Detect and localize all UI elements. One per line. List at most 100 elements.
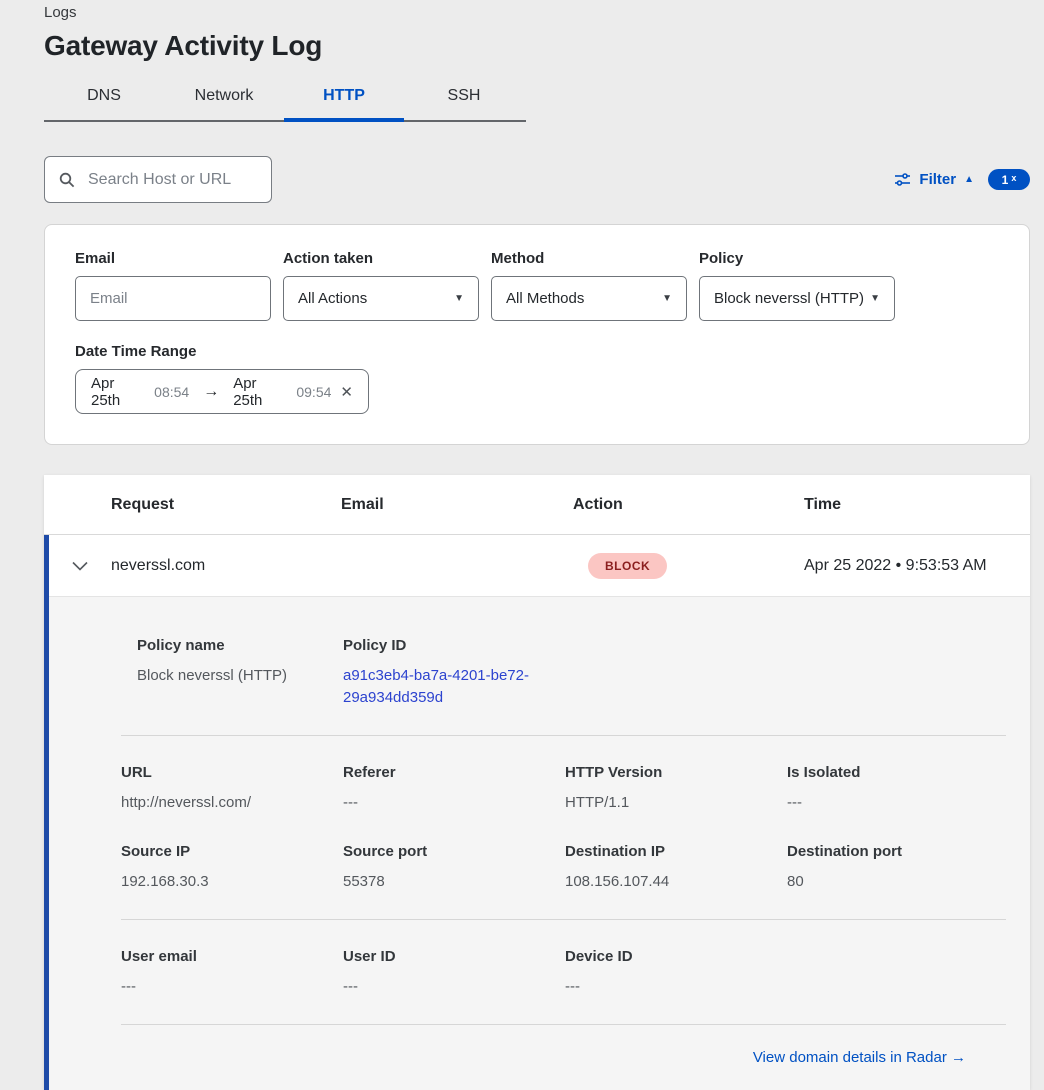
tab-dns[interactable]: DNS (44, 78, 164, 120)
detail-cell-url: URL http://neverssl.com/ (121, 764, 343, 814)
collapse-caret-icon[interactable]: ▲ (964, 174, 974, 185)
http-version-value: HTTP/1.1 (565, 792, 787, 814)
destination-port-label: Destination port (787, 843, 1006, 860)
search-icon (59, 172, 75, 188)
radar-link-row: View domain details in Radar → (121, 1025, 1006, 1090)
filter-field-email: Email (75, 250, 271, 321)
action-filter-select[interactable]: All Actions ▼ (283, 276, 479, 321)
email-filter-label: Email (75, 250, 271, 267)
daterange-end-date[interactable]: Apr 25th (233, 375, 287, 409)
filter-sliders-icon (894, 172, 911, 188)
gateway-activity-log-page: Logs Gateway Activity Log DNS Network HT… (0, 0, 1044, 1090)
table-header-row: Request Email Action Time (44, 475, 1030, 535)
tab-network[interactable]: Network (164, 78, 284, 120)
detail-cell-user-id: User ID --- (343, 948, 565, 998)
detail-cell-source-ip: Source IP 192.168.30.3 (121, 843, 343, 893)
policy-name-cell: Policy name Block neverssl (HTTP) (137, 637, 343, 709)
detail-cell-user-email: User email --- (121, 948, 343, 998)
is-isolated-value: --- (787, 792, 1006, 814)
row-request-host[interactable]: neverssl.com (111, 557, 341, 575)
action-filter-label: Action taken (283, 250, 479, 267)
device-id-label: Device ID (565, 948, 787, 965)
url-value: http://neverssl.com/ (121, 792, 343, 814)
chevron-down-icon: ▼ (870, 293, 880, 304)
arrow-right-icon: → (203, 383, 219, 401)
column-header-request: Request (111, 496, 341, 514)
filter-count-clear-x: x (1011, 173, 1016, 183)
http-version-label: HTTP Version (565, 764, 787, 781)
user-id-value: --- (343, 976, 565, 998)
request-detail-grid: URL http://neverssl.com/ Referer --- HTT… (121, 764, 1006, 894)
referer-label: Referer (343, 764, 565, 781)
detail-cell-destination-port: Destination port 80 (787, 843, 1006, 893)
tab-http[interactable]: HTTP (284, 78, 404, 120)
search-box[interactable] (44, 156, 272, 203)
email-filter-input[interactable] (75, 276, 271, 321)
filter-field-method: Method All Methods ▼ (491, 250, 687, 321)
is-isolated-label: Is Isolated (787, 764, 1006, 781)
chevron-down-icon[interactable] (49, 561, 111, 571)
detail-cell-http-version: HTTP Version HTTP/1.1 (565, 764, 787, 814)
policy-id-label: Policy ID (343, 637, 1006, 654)
method-filter-value: All Methods (506, 290, 584, 307)
destination-ip-value: 108.156.107.44 (565, 871, 787, 893)
column-header-email: Email (341, 496, 573, 514)
user-email-label: User email (121, 948, 343, 965)
daterange-start-time[interactable]: 08:54 (154, 384, 189, 400)
action-status-badge: BLOCK (588, 553, 667, 579)
search-filter-row: Filter ▲ 1 x (44, 156, 1030, 203)
filter-field-policy: Policy Block neverssl (HTTP) ▼ (699, 250, 895, 321)
referer-value: --- (343, 792, 565, 814)
device-id-value: --- (565, 976, 787, 998)
policy-name-value: Block neverssl (HTTP) (137, 665, 343, 687)
page-title: Gateway Activity Log (44, 30, 1030, 62)
search-input[interactable] (86, 170, 257, 190)
breadcrumb[interactable]: Logs (44, 4, 1030, 21)
source-port-value: 55378 (343, 871, 565, 893)
filter-toggle-button[interactable]: Filter (919, 171, 956, 188)
detail-cell-is-isolated: Is Isolated --- (787, 764, 1006, 814)
detail-cell-source-port: Source port 55378 (343, 843, 565, 893)
filter-fields-row: Email Action taken All Actions ▼ Method … (75, 250, 999, 321)
daterange-picker[interactable]: Apr 25th 08:54 → Apr 25th 09:54 ✕ (75, 369, 369, 414)
user-id-label: User ID (343, 948, 565, 965)
source-port-label: Source port (343, 843, 565, 860)
tab-ssh[interactable]: SSH (404, 78, 524, 120)
policy-filter-select[interactable]: Block neverssl (HTTP) ▼ (699, 276, 895, 321)
section-divider (121, 919, 1006, 920)
clear-daterange-icon[interactable]: ✕ (340, 383, 353, 401)
row-detail-panel: Policy name Block neverssl (HTTP) Policy… (49, 597, 1030, 1090)
source-ip-label: Source IP (121, 843, 343, 860)
policy-filter-label: Policy (699, 250, 895, 267)
chevron-down-icon: ▼ (662, 293, 672, 304)
table-row[interactable]: neverssl.com BLOCK Apr 25 2022 • 9:53:53… (49, 535, 1030, 597)
filter-controls: Filter ▲ 1 x (894, 169, 1030, 190)
destination-ip-label: Destination IP (565, 843, 787, 860)
activity-log-table: Request Email Action Time neverssl.com B… (44, 475, 1030, 1090)
column-header-action: Action (573, 496, 804, 514)
daterange-start-date[interactable]: Apr 25th (91, 375, 145, 409)
section-divider (121, 735, 1006, 736)
detail-cell-empty (787, 948, 1006, 998)
method-filter-label: Method (491, 250, 687, 267)
daterange-label: Date Time Range (75, 343, 999, 360)
action-filter-value: All Actions (298, 290, 367, 307)
filter-count: 1 (1002, 173, 1009, 187)
filter-panel: Email Action taken All Actions ▼ Method … (44, 224, 1030, 445)
detail-cell-device-id: Device ID --- (565, 948, 787, 998)
method-filter-select[interactable]: All Methods ▼ (491, 276, 687, 321)
detail-cell-destination-ip: Destination IP 108.156.107.44 (565, 843, 787, 893)
policy-id-link[interactable]: a91c3eb4-ba7a-4201-be72-29a934dd359d (343, 665, 548, 709)
source-ip-value: 192.168.30.3 (121, 871, 343, 893)
log-type-tabs: DNS Network HTTP SSH (44, 78, 526, 122)
policy-id-cell: Policy ID a91c3eb4-ba7a-4201-be72-29a934… (343, 637, 1006, 709)
destination-port-value: 80 (787, 871, 1006, 893)
filter-count-badge[interactable]: 1 x (988, 169, 1030, 190)
url-label: URL (121, 764, 343, 781)
row-time: Apr 25 2022 • 9:53:53 AM (804, 557, 1030, 575)
view-in-radar-link[interactable]: View domain details in Radar → (753, 1049, 966, 1066)
daterange-end-time[interactable]: 09:54 (296, 384, 331, 400)
policy-filter-value: Block neverssl (HTTP) (714, 290, 864, 307)
policy-section: Policy name Block neverssl (HTTP) Policy… (121, 637, 1006, 709)
user-email-value: --- (121, 976, 343, 998)
